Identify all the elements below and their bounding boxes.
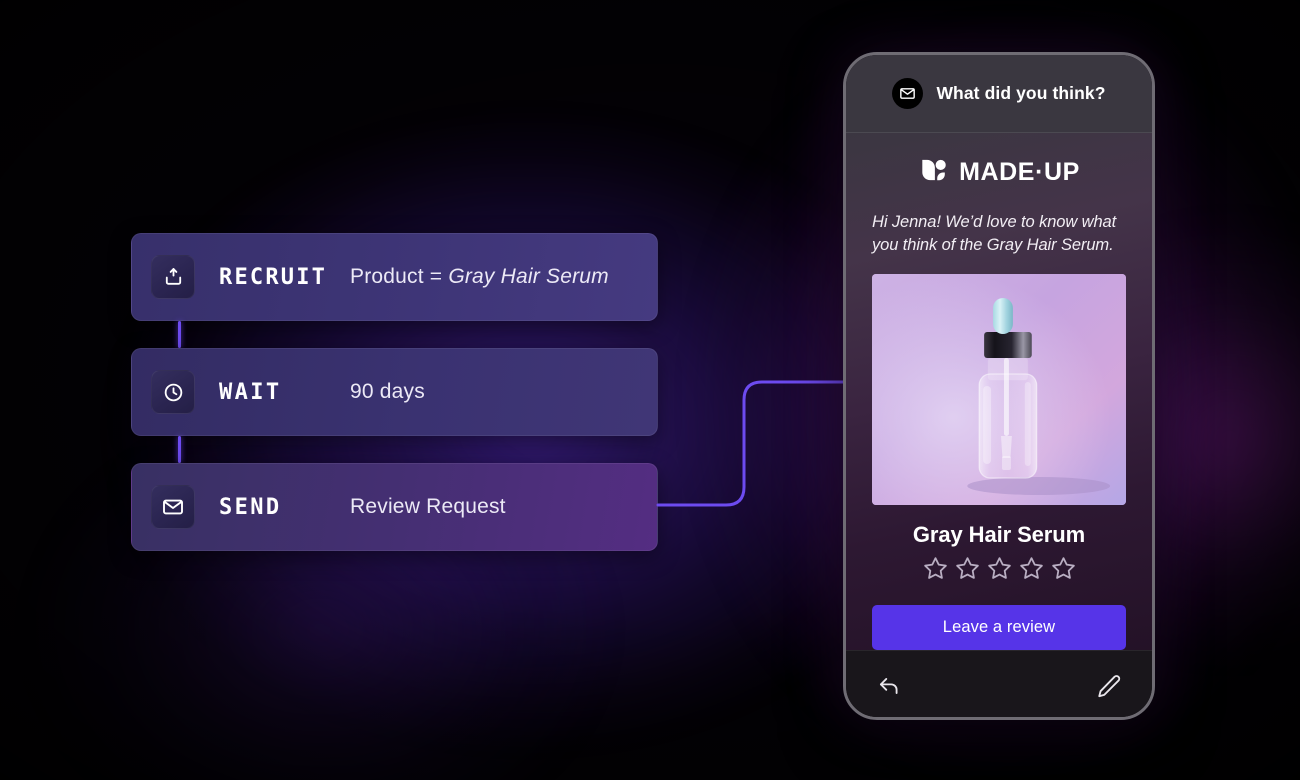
reply-arrow-icon[interactable]	[876, 673, 902, 699]
product-image	[872, 273, 1126, 505]
flow-step-value: 90 days	[350, 380, 425, 403]
leave-a-review-button[interactable]: Leave a review	[872, 604, 1126, 650]
flow-step-kind: WAIT	[219, 379, 282, 405]
clock-icon	[151, 370, 195, 414]
product-title: Gray Hair Serum	[912, 521, 1086, 547]
import-tray-icon	[151, 255, 195, 299]
flow-step-value: Review Request	[350, 495, 506, 518]
automation-flow: RECRUIT Product = Gray Hair Serum WAIT 9…	[131, 233, 658, 551]
flow-step-kind: RECRUIT	[219, 264, 328, 290]
flow-step-kind: SEND	[219, 494, 282, 520]
star-icon[interactable]	[1018, 555, 1045, 587]
envelope-icon	[151, 485, 195, 529]
email-notification-header: What did you think?	[846, 55, 1152, 133]
flow-step-value-prefix: Product =	[350, 265, 449, 288]
star-icon[interactable]	[922, 555, 949, 587]
phone-preview: What did you think? MADE·UP Hi Jenna! We…	[843, 52, 1155, 720]
flow-to-preview-connector	[656, 380, 848, 507]
flow-step-value: Product = Gray Hair Serum	[350, 265, 609, 289]
flow-step-wait[interactable]: WAIT 90 days	[131, 348, 658, 436]
brand-name: MADE·UP	[959, 158, 1080, 186]
email-toolbar	[846, 649, 1152, 717]
brand-lockup: MADE·UP	[872, 155, 1126, 190]
flow-connector-2	[178, 436, 181, 463]
flow-step-send[interactable]: SEND Review Request	[131, 463, 658, 551]
rating-stars[interactable]	[872, 555, 1126, 587]
star-icon[interactable]	[954, 555, 981, 587]
flow-connector-1	[178, 321, 181, 348]
flow-step-value-emphasis: Gray Hair Serum	[448, 265, 609, 288]
star-icon[interactable]	[1050, 555, 1077, 587]
email-greeting: Hi Jenna! We’d love to know what you thi…	[872, 213, 1117, 254]
email-subject: What did you think?	[936, 83, 1106, 103]
pencil-edit-icon[interactable]	[1096, 673, 1122, 699]
flow-step-recruit[interactable]: RECRUIT Product = Gray Hair Serum	[131, 233, 658, 321]
star-icon[interactable]	[986, 555, 1013, 587]
envelope-icon	[892, 78, 924, 109]
flower-petal-logo	[918, 155, 948, 190]
email-body: MADE·UP Hi Jenna! We’d love to know what…	[846, 133, 1152, 650]
